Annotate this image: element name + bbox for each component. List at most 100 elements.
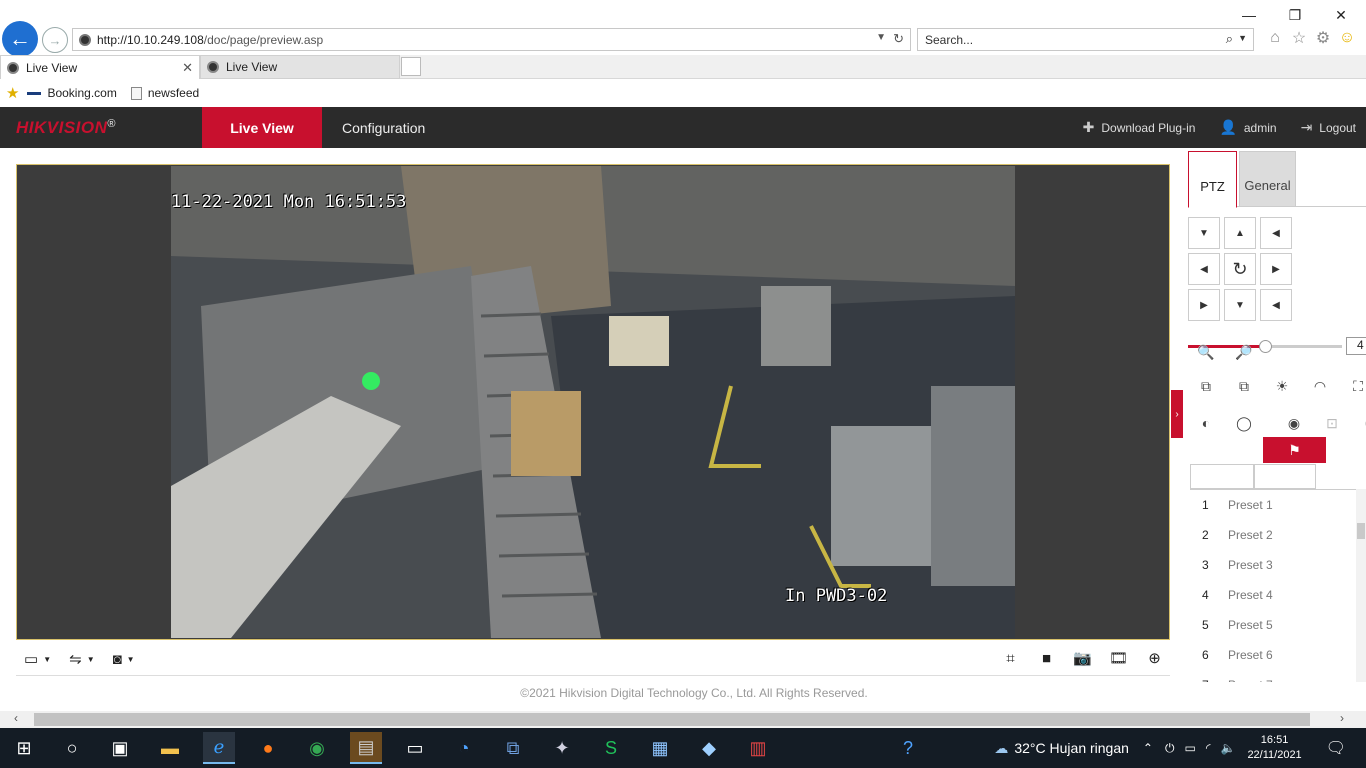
nav-live-view[interactable]: Live View bbox=[202, 107, 322, 148]
logout-link[interactable]: ⇥ Logout bbox=[1301, 119, 1356, 136]
preset-item[interactable]: 7Preset 7 bbox=[1190, 670, 1356, 682]
live-video-window[interactable]: 11-22-2021 Mon 16:51:53 In PWD3-02 bbox=[16, 164, 1170, 640]
restore-button[interactable]: ❐ bbox=[1272, 2, 1318, 28]
volume-icon[interactable]: 🔈 bbox=[1220, 741, 1235, 755]
pan-up-right-button[interactable]: ◀ bbox=[1260, 217, 1292, 249]
gear-icon[interactable]: ⚙ bbox=[1314, 28, 1332, 48]
network-app-icon[interactable]: ▤ bbox=[350, 732, 382, 764]
nav-configuration[interactable]: Configuration bbox=[332, 107, 435, 148]
preset-scrollbar[interactable] bbox=[1356, 489, 1366, 682]
tab-patrol[interactable] bbox=[1254, 464, 1316, 489]
close-window-button[interactable]: ✕ bbox=[1318, 2, 1364, 28]
cortana-search-icon[interactable]: ○ bbox=[56, 732, 88, 764]
favorite-booking[interactable]: Booking.com bbox=[27, 86, 117, 100]
preset-item[interactable]: 2 Preset 2 bbox=[1190, 520, 1356, 550]
weather-text[interactable]: 32°C Hujan ringan bbox=[1014, 740, 1129, 756]
pan-down-left-button[interactable]: ▶ bbox=[1188, 289, 1220, 321]
preset-flag-button[interactable]: ⚑ bbox=[1263, 437, 1326, 463]
spreadsheet-icon[interactable]: S bbox=[595, 732, 627, 764]
search-input[interactable]: Search... bbox=[925, 33, 973, 47]
notifications-icon[interactable]: 🗨 bbox=[1326, 738, 1346, 758]
browser-app-icon[interactable]: ◔ bbox=[448, 732, 480, 764]
contacts-app-icon[interactable]: ▦ bbox=[644, 732, 676, 764]
favorite-newsfeed[interactable]: newsfeed bbox=[130, 86, 199, 100]
search-box[interactable]: Search... ⌕ ▼ bbox=[917, 28, 1254, 51]
iris-open-icon[interactable]: ◐ bbox=[1194, 411, 1218, 435]
speed-slider-handle[interactable] bbox=[1259, 340, 1272, 353]
preset-item[interactable]: 1 Preset 1 bbox=[1190, 490, 1356, 520]
wifi-icon[interactable]: ◜ bbox=[1206, 741, 1211, 755]
stream-type-dropdown[interactable]: ⇋ ▼ bbox=[69, 650, 95, 668]
pan-down-button[interactable]: ▼ bbox=[1224, 289, 1256, 321]
system-clock[interactable]: 16:51 22/11/2021 bbox=[1247, 733, 1301, 763]
light-icon[interactable]: ☀ bbox=[1270, 374, 1294, 398]
refresh-icon[interactable]: ↻ bbox=[893, 31, 904, 47]
tray-device-icon[interactable]: ⏻ bbox=[1165, 741, 1175, 756]
help-icon[interactable]: ? bbox=[892, 732, 924, 764]
plugin-dropdown[interactable]: ◙ ▼ bbox=[113, 650, 135, 668]
scroll-left-icon[interactable]: ‹ bbox=[14, 711, 18, 725]
task-view-icon[interactable]: ▣ bbox=[104, 732, 136, 764]
home-icon[interactable]: ⌂ bbox=[1266, 28, 1284, 48]
favorites-star-icon[interactable]: ★ bbox=[6, 84, 19, 102]
satellite-app-icon[interactable]: ✦ bbox=[546, 732, 578, 764]
terminal-icon[interactable]: ▭ bbox=[399, 732, 431, 764]
pan-left-button[interactable]: ◀ bbox=[1188, 253, 1220, 285]
preset-item[interactable]: 3 Preset 3 bbox=[1190, 550, 1356, 580]
window-layout-dropdown[interactable]: ▭ ▼ bbox=[24, 650, 51, 668]
tab-live-view-2[interactable]: Live View bbox=[200, 55, 400, 79]
wiper-icon[interactable]: ◠ bbox=[1308, 374, 1332, 398]
scroll-right-icon[interactable]: › bbox=[1340, 711, 1344, 725]
zoom-in-icon[interactable]: 🔍 bbox=[1194, 340, 1218, 364]
file-explorer-icon[interactable]: ▬ bbox=[154, 732, 186, 764]
focus-near-icon[interactable]: ⧉ bbox=[1194, 374, 1218, 398]
calendar-app-icon[interactable]: ▥ bbox=[742, 732, 774, 764]
feedback-smiley-icon[interactable]: ☺ bbox=[1338, 28, 1356, 48]
tab-preset[interactable] bbox=[1190, 464, 1254, 489]
search-icon[interactable]: ⌕ bbox=[1226, 31, 1233, 47]
preset-scroll-thumb[interactable] bbox=[1357, 523, 1365, 539]
new-tab-button[interactable] bbox=[401, 57, 421, 76]
pan-right-button[interactable]: ▶ bbox=[1260, 253, 1292, 285]
forward-button[interactable]: → bbox=[42, 27, 68, 53]
favorites-star-icon[interactable]: ☆ bbox=[1290, 28, 1308, 48]
minimize-button[interactable]: — bbox=[1226, 2, 1272, 28]
pan-down-right-button[interactable]: ◀ bbox=[1260, 289, 1292, 321]
internet-explorer-icon[interactable]: ℯ bbox=[203, 732, 235, 764]
search-dropdown-icon[interactable]: ▼ bbox=[1238, 33, 1247, 43]
tab-ptz[interactable]: PTZ bbox=[1188, 151, 1237, 208]
firefox-icon[interactable]: ● bbox=[252, 732, 284, 764]
camera-feed[interactable]: 11-22-2021 Mon 16:51:53 In PWD3-02 bbox=[171, 166, 1015, 638]
notes-app-icon[interactable]: ◆ bbox=[693, 732, 725, 764]
pan-up-left-button[interactable]: ▼ bbox=[1188, 217, 1220, 249]
preset-item[interactable]: 6 Preset 6 bbox=[1190, 640, 1356, 670]
preset-item[interactable]: 4 Preset 4 bbox=[1190, 580, 1356, 610]
stop-icon[interactable]: ■ bbox=[1037, 648, 1056, 668]
horizontal-scroll-thumb[interactable] bbox=[34, 713, 1310, 726]
one-touch-focus-icon[interactable]: ◉ bbox=[1282, 411, 1306, 435]
page-horizontal-scrollbar[interactable]: ‹ › bbox=[0, 711, 1366, 728]
address-dropdown-icon[interactable]: ▼ bbox=[876, 32, 886, 43]
tab-live-view-1[interactable]: Live View ✕ bbox=[0, 55, 200, 79]
zoom-out-icon[interactable]: 🔎 bbox=[1232, 340, 1256, 364]
user-menu[interactable]: 👤 admin bbox=[1219, 119, 1276, 136]
tab-general[interactable]: General bbox=[1239, 151, 1296, 207]
address-bar[interactable]: http://10.10.249.108/doc/page/preview.as… bbox=[72, 28, 911, 51]
collapse-panel-arrow-icon[interactable]: › bbox=[1171, 390, 1183, 438]
auto-pan-button[interactable]: ↻ bbox=[1224, 253, 1256, 285]
close-tab-icon[interactable]: ✕ bbox=[182, 60, 193, 76]
back-button[interactable]: ← bbox=[2, 21, 38, 57]
record-clip-icon[interactable]: 🎞 bbox=[1109, 648, 1128, 668]
pan-up-button[interactable]: ▲ bbox=[1224, 217, 1256, 249]
iris-close-icon[interactable]: ◯ bbox=[1232, 411, 1256, 435]
focus-far-icon[interactable]: ⧉ bbox=[1232, 374, 1256, 398]
battery-icon[interactable]: ▭ bbox=[1184, 741, 1195, 755]
remote-desktop-icon[interactable]: ⧉ bbox=[497, 732, 529, 764]
preset-item[interactable]: 5 Preset 5 bbox=[1190, 610, 1356, 640]
camera-capture-icon[interactable]: 📷 bbox=[1073, 648, 1092, 668]
download-plugin-link[interactable]: ✚ Download Plug-in bbox=[1083, 119, 1196, 136]
start-windows-icon[interactable]: ⊞ bbox=[8, 732, 40, 764]
digital-zoom-icon[interactable]: ⊕ bbox=[1145, 648, 1164, 668]
tray-chevron-up-icon[interactable]: ⌃ bbox=[1143, 741, 1153, 755]
crop-icon[interactable]: ⌗ bbox=[1001, 648, 1020, 668]
